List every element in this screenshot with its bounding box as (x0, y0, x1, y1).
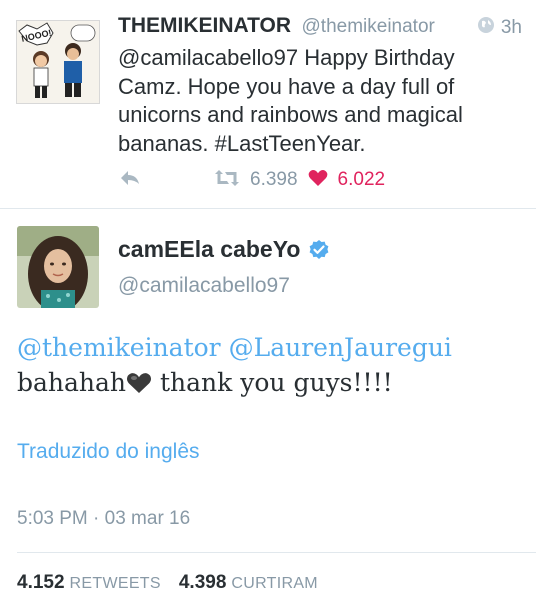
likes-label: CURTIRAM (231, 575, 318, 592)
retweet-count: 6.398 (250, 169, 298, 190)
reply-tweet-actions: 6.398 6.022 (116, 166, 385, 194)
tweet-body-end: thank you guys!!!! (152, 368, 393, 397)
time-label: 3h (500, 17, 522, 38)
heart-icon (308, 169, 328, 192)
main-tweet-author[interactable]: camEEla cabeYo (118, 236, 330, 263)
author-handle[interactable]: @camilacabello97 (118, 274, 290, 298)
author-handle[interactable]: @themikeinator (302, 16, 435, 37)
reply-icon (119, 169, 141, 192)
retweet-button[interactable]: 6.398 (214, 169, 298, 192)
mention-laurenjauregui[interactable]: @LaurenJauregui (229, 333, 452, 362)
themikeinator-avatar[interactable]: NOOO! (16, 20, 100, 104)
tweet-timestamp: 5:03 PM · 03 mar 16 (17, 508, 191, 529)
verified-badge-icon (308, 239, 330, 261)
mention-link[interactable]: @camilacabello97 (118, 45, 298, 70)
tweet-body-start: bahahah (17, 368, 127, 397)
retweets-stat[interactable]: 4.152 RETWEETS (17, 572, 161, 594)
black-heart-emoji-icon (126, 368, 152, 403)
translation-link[interactable]: Traduzido do inglês (17, 440, 200, 464)
mention-themikeinator[interactable]: @themikeinator (17, 333, 221, 362)
reply-tweet[interactable]: NOOO! THEMIKEINATOR @themikeinator 3h @c… (0, 0, 536, 209)
retweets-count: 4.152 (17, 572, 65, 593)
reply-tweet-header: THEMIKEINATOR @themikeinator (118, 14, 435, 44)
camilacabello-avatar[interactable] (17, 226, 99, 308)
author-name[interactable]: camEEla cabeYo (118, 236, 300, 263)
likes-stat[interactable]: 4.398 CURTIRAM (179, 572, 318, 594)
retweets-label: RETWEETS (69, 575, 161, 592)
like-button[interactable]: 6.022 (308, 169, 386, 192)
author-name[interactable]: THEMIKEINATOR (118, 14, 291, 37)
globe-icon (477, 16, 495, 40)
like-count: 6.022 (337, 169, 386, 190)
tweet-time: 3h (477, 16, 522, 40)
likes-count: 4.398 (178, 572, 227, 593)
retweet-icon (214, 169, 240, 192)
tweet-stats: 4.152 RETWEETS 4.398 CURTIRAM (17, 572, 318, 594)
stats-divider (17, 552, 536, 553)
reply-button[interactable] (116, 168, 144, 192)
reply-tweet-text: @camilacabello97 Happy Birthday Camz. Ho… (118, 44, 522, 158)
main-tweet-text: @themikeinator @LaurenJauregui bahahah t… (17, 330, 527, 403)
